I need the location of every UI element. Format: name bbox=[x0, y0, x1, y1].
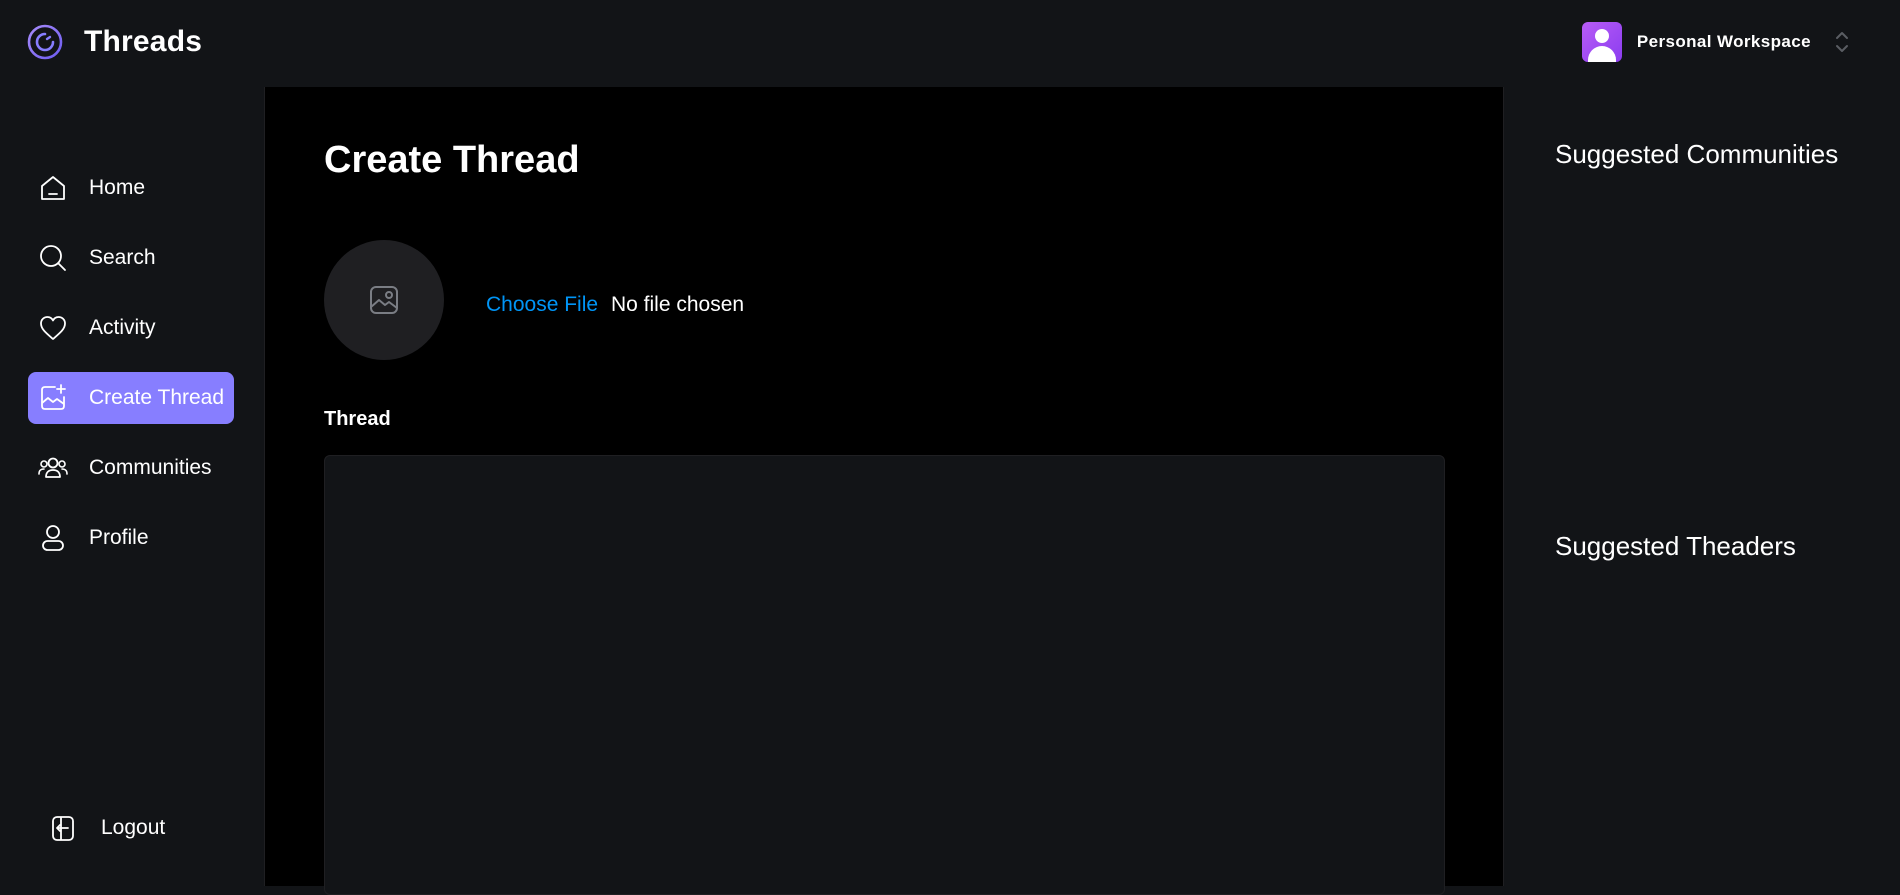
image-placeholder-icon bbox=[370, 286, 398, 314]
image-preview[interactable] bbox=[324, 240, 444, 360]
sidebar-item-label: Search bbox=[89, 246, 156, 269]
sidebar-item-search[interactable]: Search bbox=[28, 232, 234, 284]
sidebar-item-label: Activity bbox=[89, 316, 156, 339]
suggested-communities-heading: Suggested Communities bbox=[1555, 139, 1839, 169]
page-title: Create Thread bbox=[324, 139, 580, 181]
sidebar-item-create-thread[interactable]: Create Thread bbox=[28, 372, 234, 424]
workspace-name: Personal Workspace bbox=[1636, 32, 1811, 51]
sidebar-item-label: Profile bbox=[89, 526, 149, 549]
sidebar-item-profile[interactable]: Profile bbox=[28, 512, 234, 564]
sidebar-item-label: Home bbox=[89, 176, 146, 199]
top-bar: Threads Personal Workspace bbox=[0, 0, 1900, 87]
workspace-avatar bbox=[1581, 22, 1622, 62]
communities-icon bbox=[38, 457, 68, 478]
sidebar-item-activity[interactable]: Activity bbox=[28, 302, 234, 354]
create-thread-icon bbox=[41, 384, 66, 410]
sidebar-item-label: Create Thread bbox=[89, 386, 225, 409]
brand-name: Threads bbox=[84, 25, 203, 58]
file-status-text: No file chosen bbox=[611, 293, 745, 316]
choose-file-button[interactable]: Choose File bbox=[486, 293, 598, 317]
logout-button[interactable]: Logout bbox=[47, 806, 165, 850]
chevron-up-down-icon bbox=[1836, 32, 1848, 52]
sidebar-item-home[interactable]: Home bbox=[28, 162, 234, 214]
left-sidebar: Home Search Activity Create Thread Commu… bbox=[0, 87, 265, 886]
brand-link[interactable]: Threads bbox=[26, 22, 202, 62]
home-icon bbox=[41, 176, 65, 200]
logout-label: Logout bbox=[101, 816, 166, 839]
sidebar-item-communities[interactable]: Communities bbox=[28, 442, 234, 494]
suggested-threaders-heading: Suggested Theaders bbox=[1555, 531, 1796, 561]
workspace-switcher[interactable]: Personal Workspace bbox=[1581, 22, 1850, 62]
logout-icon bbox=[52, 816, 74, 841]
thread-textarea[interactable] bbox=[324, 455, 1445, 895]
sidebar-item-label: Communities bbox=[89, 456, 212, 479]
search-icon bbox=[40, 245, 66, 271]
threads-logo-icon bbox=[27, 24, 63, 60]
profile-icon bbox=[42, 525, 64, 551]
heart-icon bbox=[40, 316, 66, 340]
thread-field-label: Thread bbox=[324, 408, 391, 430]
main-content: Create Thread Choose File No file chosen… bbox=[265, 87, 1503, 895]
right-sidebar: Suggested Communities Suggested Theaders bbox=[1503, 87, 1900, 886]
